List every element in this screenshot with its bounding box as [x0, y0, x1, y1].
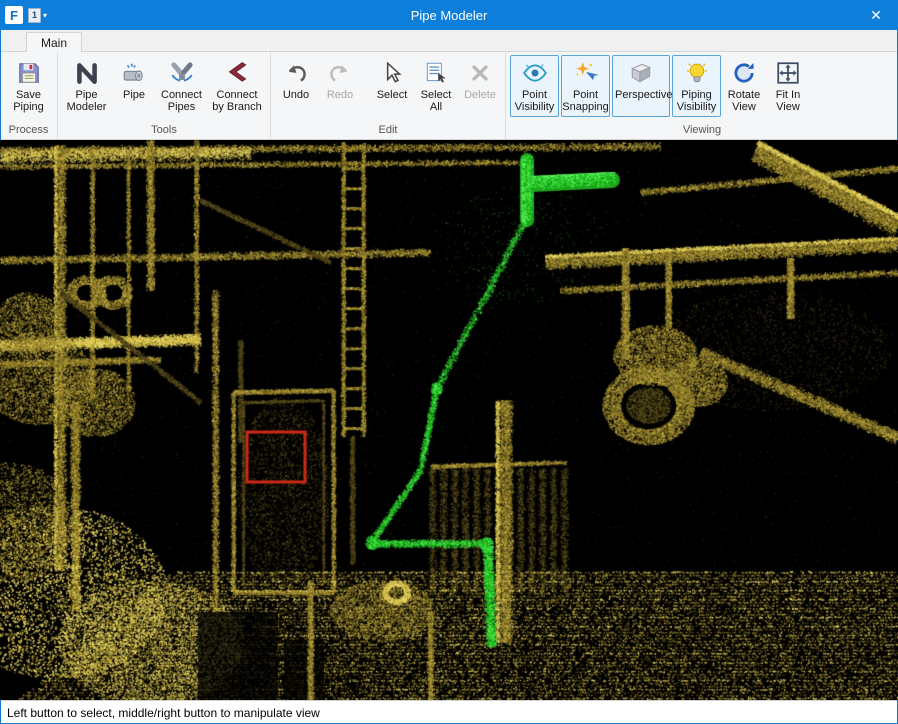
select-all-button[interactable]: Select All — [415, 55, 457, 117]
statusbar: Left button to select, middle/right butt… — [0, 700, 898, 724]
delete-icon — [466, 59, 494, 87]
pipe-icon — [120, 59, 148, 87]
statusbar-message: Left button to select, middle/right butt… — [7, 706, 320, 720]
ribbon-group-process: Save Piping Process — [0, 52, 57, 139]
close-icon: ✕ — [870, 7, 882, 24]
redo-button[interactable]: Redo — [319, 55, 361, 117]
rotate-arrows-icon — [730, 59, 758, 87]
ribbon-group-tools: Pipe Modeler Pipe Connect Pipes — [57, 52, 270, 139]
undo-button[interactable]: Undo — [275, 55, 317, 117]
app-icon-letter: F — [10, 8, 18, 23]
select-button[interactable]: Select — [371, 55, 413, 117]
snap-sparkle-icon — [572, 59, 600, 87]
pipe-modeler-window: F 1 ▾ Pipe Modeler ✕ Main Save Piping — [0, 0, 898, 724]
connect-pipes-button[interactable]: Connect Pipes — [157, 55, 206, 117]
save-piping-button[interactable]: Save Piping — [4, 55, 53, 117]
point-cloud-viewport — [0, 140, 898, 700]
pipe-modeler-icon — [73, 59, 101, 87]
redo-icon — [326, 59, 354, 87]
save-piping-label: Save Piping — [6, 89, 51, 113]
perspective-cube-icon — [627, 59, 655, 87]
piping-visibility-toggle[interactable]: Piping Visibility — [672, 55, 721, 117]
connect-by-branch-button[interactable]: Connect by Branch — [208, 55, 266, 117]
undo-icon — [282, 59, 310, 87]
group-label-viewing: Viewing — [506, 124, 898, 139]
eye-icon — [521, 59, 549, 87]
page-icon: 1 — [28, 8, 41, 23]
pipe-button[interactable]: Pipe — [113, 55, 155, 117]
select-all-icon — [422, 59, 450, 87]
close-button[interactable]: ✕ — [854, 0, 898, 30]
group-label-process: Process — [0, 124, 57, 139]
delete-button[interactable]: Delete — [459, 55, 501, 117]
viewport-canvas[interactable] — [0, 140, 898, 700]
app-menu-button[interactable]: F — [5, 6, 23, 24]
chevron-down-icon: ▾ — [43, 11, 47, 20]
ribbon: Save Piping Process Pipe Modeler Pipe — [0, 52, 898, 140]
ribbon-group-viewing: Point Visibility Point Snapping Perspect… — [505, 52, 898, 139]
lightbulb-icon — [683, 59, 711, 87]
fit-in-view-button[interactable]: Fit In View — [767, 55, 809, 117]
select-cursor-icon — [378, 59, 406, 87]
quick-access-tool-button[interactable]: 1 ▾ — [26, 4, 49, 26]
connect-by-branch-icon — [223, 59, 251, 87]
window-title: Pipe Modeler — [0, 8, 898, 23]
ribbon-tab-strip: Main — [0, 30, 898, 52]
tab-main[interactable]: Main — [26, 32, 82, 52]
connect-pipes-icon — [168, 59, 196, 87]
save-icon — [15, 59, 43, 87]
group-label-tools: Tools — [58, 124, 270, 139]
fit-view-arrows-icon — [774, 59, 802, 87]
point-snapping-toggle[interactable]: Point Snapping — [561, 55, 610, 117]
ribbon-group-edit: Undo Redo Select — [270, 52, 505, 139]
point-visibility-toggle[interactable]: Point Visibility — [510, 55, 559, 117]
rotate-view-button[interactable]: Rotate View — [723, 55, 765, 117]
quick-access-toolbar: F 1 ▾ — [0, 4, 49, 26]
perspective-toggle[interactable]: Perspective — [612, 55, 670, 117]
titlebar: F 1 ▾ Pipe Modeler ✕ — [0, 0, 898, 30]
group-label-edit: Edit — [271, 124, 505, 139]
pipe-modeler-button[interactable]: Pipe Modeler — [62, 55, 111, 117]
